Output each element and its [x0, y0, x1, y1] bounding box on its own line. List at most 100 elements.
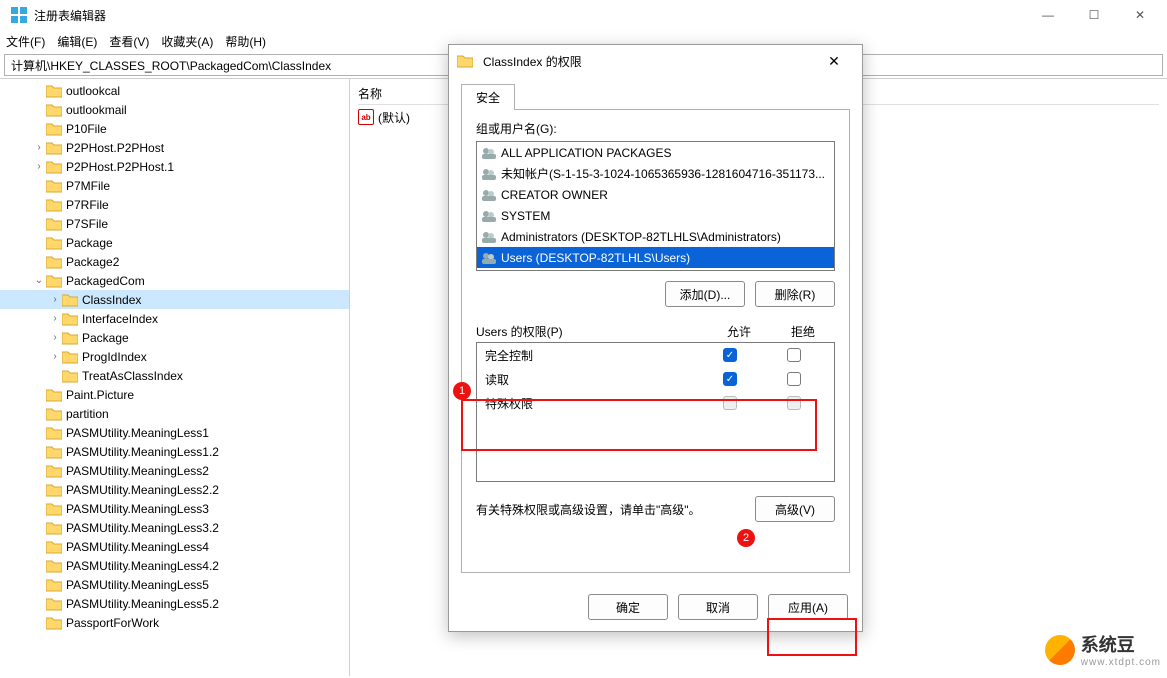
tree-item-p7mfile[interactable]: ›P7MFile	[0, 176, 349, 195]
folder-icon	[46, 616, 62, 630]
advanced-button[interactable]: 高级(V)	[755, 496, 835, 522]
tree-item-p2phost-p2phost-1[interactable]: ›P2PHost.P2PHost.1	[0, 157, 349, 176]
folder-icon	[62, 369, 78, 383]
perm-row: 完全控制✓	[477, 343, 834, 367]
chevron-right-icon[interactable]: ›	[48, 351, 62, 362]
chevron-right-icon[interactable]: ›	[48, 313, 62, 324]
tree-item-paint-picture[interactable]: ›Paint.Picture	[0, 385, 349, 404]
folder-icon	[46, 388, 62, 402]
tree-item-outlookmail[interactable]: ›outlookmail	[0, 100, 349, 119]
tree-item-pasmutility-meaningless4[interactable]: ›PASMUtility.MeaningLess4	[0, 537, 349, 556]
checkbox-deny[interactable]	[787, 372, 801, 386]
tree-item-p2phost-p2phost[interactable]: › P2PHost.P2PHost	[0, 138, 349, 157]
chevron-right-icon[interactable]: ›	[48, 294, 62, 305]
watermark: 系统豆 www.xtdpt.com	[1045, 631, 1161, 668]
checkbox-allow[interactable]: ✓	[723, 348, 737, 362]
dialog-titlebar: ClassIndex 的权限 ✕	[449, 45, 862, 77]
folder-icon	[457, 54, 473, 68]
folder-icon	[46, 407, 62, 421]
tree-item-p7rfile[interactable]: ›P7RFile	[0, 195, 349, 214]
group-item[interactable]: Users (DESKTOP-82TLHLS\Users)	[477, 247, 834, 268]
menu-file[interactable]: 文件(F)	[6, 33, 45, 50]
tab-security[interactable]: 安全	[461, 84, 515, 110]
folder-icon	[62, 331, 78, 345]
tree-item-treatasclassindex[interactable]: ›TreatAsClassIndex	[0, 366, 349, 385]
tree-item-pasmutility-meaningless2[interactable]: ›PASMUtility.MeaningLess2	[0, 461, 349, 480]
tree-item-label: outlookcal	[66, 84, 120, 98]
close-button[interactable]: ✕	[1117, 0, 1163, 30]
chevron-right-icon[interactable]: ›	[48, 332, 62, 343]
tree-item-pasmutility-meaningless3-2[interactable]: ›PASMUtility.MeaningLess3.2	[0, 518, 349, 537]
folder-icon	[46, 255, 62, 269]
menu-view[interactable]: 查看(V)	[109, 33, 149, 50]
minimize-button[interactable]: —	[1025, 0, 1071, 30]
group-item[interactable]: 未知帐户(S-1-15-3-1024-1065365936-1281604716…	[477, 163, 834, 184]
group-item[interactable]: CREATOR OWNER	[477, 184, 834, 205]
tree-item-label: PassportForWork	[66, 616, 159, 630]
menu-edit[interactable]: 编辑(E)	[57, 33, 97, 50]
checkbox-allow[interactable]: ✓	[723, 372, 737, 386]
tree-item-pasmutility-meaningless3[interactable]: ›PASMUtility.MeaningLess3	[0, 499, 349, 518]
tree-item-p7sfile[interactable]: ›P7SFile	[0, 214, 349, 233]
group-item[interactable]: SYSTEM	[477, 205, 834, 226]
groups-listbox[interactable]: ALL APPLICATION PACKAGES未知帐户(S-1-15-3-10…	[476, 141, 835, 271]
group-name: Users (DESKTOP-82TLHLS\Users)	[501, 251, 690, 265]
folder-icon	[46, 122, 62, 136]
tree-item-outlookcal[interactable]: ›outlookcal	[0, 81, 349, 100]
tree-item-label: PackagedCom	[66, 274, 145, 288]
maximize-button[interactable]: ☐	[1071, 0, 1117, 30]
tree-item-pasmutility-meaningless4-2[interactable]: ›PASMUtility.MeaningLess4.2	[0, 556, 349, 575]
registry-tree[interactable]: ›outlookcal›outlookmail›P10File›P2PHost.…	[0, 79, 350, 676]
tree-item-label: Package	[66, 236, 113, 250]
watermark-brand: 系统豆	[1081, 631, 1161, 657]
tree-item-p10file[interactable]: ›P10File	[0, 119, 349, 138]
tree-item-label: PASMUtility.MeaningLess3.2	[66, 521, 219, 535]
tree-item-classindex[interactable]: ›ClassIndex	[0, 290, 349, 309]
folder-icon	[46, 84, 62, 98]
group-name: SYSTEM	[501, 209, 550, 223]
checkbox-deny[interactable]	[787, 348, 801, 362]
tree-item-label: PASMUtility.MeaningLess1	[66, 426, 209, 440]
group-item[interactable]: Administrators (DESKTOP-82TLHLS\Administ…	[477, 226, 834, 247]
folder-icon	[46, 160, 62, 174]
tree-item-package[interactable]: ›Package	[0, 328, 349, 347]
add-button[interactable]: 添加(D)...	[665, 281, 745, 307]
tree-item-label: Package2	[66, 255, 119, 269]
ok-button[interactable]: 确定	[588, 594, 668, 620]
dialog-close-button[interactable]: ✕	[814, 53, 854, 70]
folder-icon	[46, 540, 62, 554]
tree-item-progidindex[interactable]: ›ProgIdIndex	[0, 347, 349, 366]
badge-2: 2	[737, 529, 755, 547]
chevron-down-icon[interactable]: ⌄	[32, 275, 46, 286]
tree-item-pasmutility-meaningless2-2[interactable]: ›PASMUtility.MeaningLess2.2	[0, 480, 349, 499]
tree-item-pasmutility-meaningless5-2[interactable]: ›PASMUtility.MeaningLess5.2	[0, 594, 349, 613]
tree-item-interfaceindex[interactable]: ›InterfaceIndex	[0, 309, 349, 328]
chevron-right-icon[interactable]: ›	[32, 161, 46, 172]
remove-button[interactable]: 删除(R)	[755, 281, 835, 307]
tree-item-passportforwork[interactable]: ›PassportForWork	[0, 613, 349, 632]
group-item[interactable]: ALL APPLICATION PACKAGES	[477, 142, 834, 163]
folder-icon	[46, 274, 62, 288]
menu-help[interactable]: 帮助(H)	[225, 33, 266, 50]
tree-item-label: PASMUtility.MeaningLess3	[66, 502, 209, 516]
tree-item-pasmutility-meaningless5[interactable]: ›PASMUtility.MeaningLess5	[0, 575, 349, 594]
chevron-right-icon[interactable]: ›	[32, 142, 46, 153]
folder-icon	[46, 217, 62, 231]
permissions-label: Users 的权限(P)	[476, 323, 707, 340]
folder-icon	[46, 103, 62, 117]
tree-item-partition[interactable]: ›partition	[0, 404, 349, 423]
tree-item-label: P2PHost.P2PHost	[66, 141, 164, 155]
permissions-dialog: ClassIndex 的权限 ✕ 安全 组或用户名(G): ALL APPLIC…	[448, 44, 863, 632]
tree-item-label: outlookmail	[66, 103, 127, 117]
tree-item-pasmutility-meaningless1[interactable]: ›PASMUtility.MeaningLess1	[0, 423, 349, 442]
column-name[interactable]: 名称	[358, 85, 382, 102]
tree-item-packagedcom[interactable]: ⌄ PackagedCom	[0, 271, 349, 290]
tree-item-label: PASMUtility.MeaningLess5	[66, 578, 209, 592]
tree-item-package2[interactable]: ›Package2	[0, 252, 349, 271]
tree-item-label: partition	[66, 407, 109, 421]
menu-favorites[interactable]: 收藏夹(A)	[161, 33, 213, 50]
tree-item-package[interactable]: ›Package	[0, 233, 349, 252]
tree-item-pasmutility-meaningless1-2[interactable]: ›PASMUtility.MeaningLess1.2	[0, 442, 349, 461]
cancel-button[interactable]: 取消	[678, 594, 758, 620]
apply-button[interactable]: 应用(A)	[768, 594, 848, 620]
